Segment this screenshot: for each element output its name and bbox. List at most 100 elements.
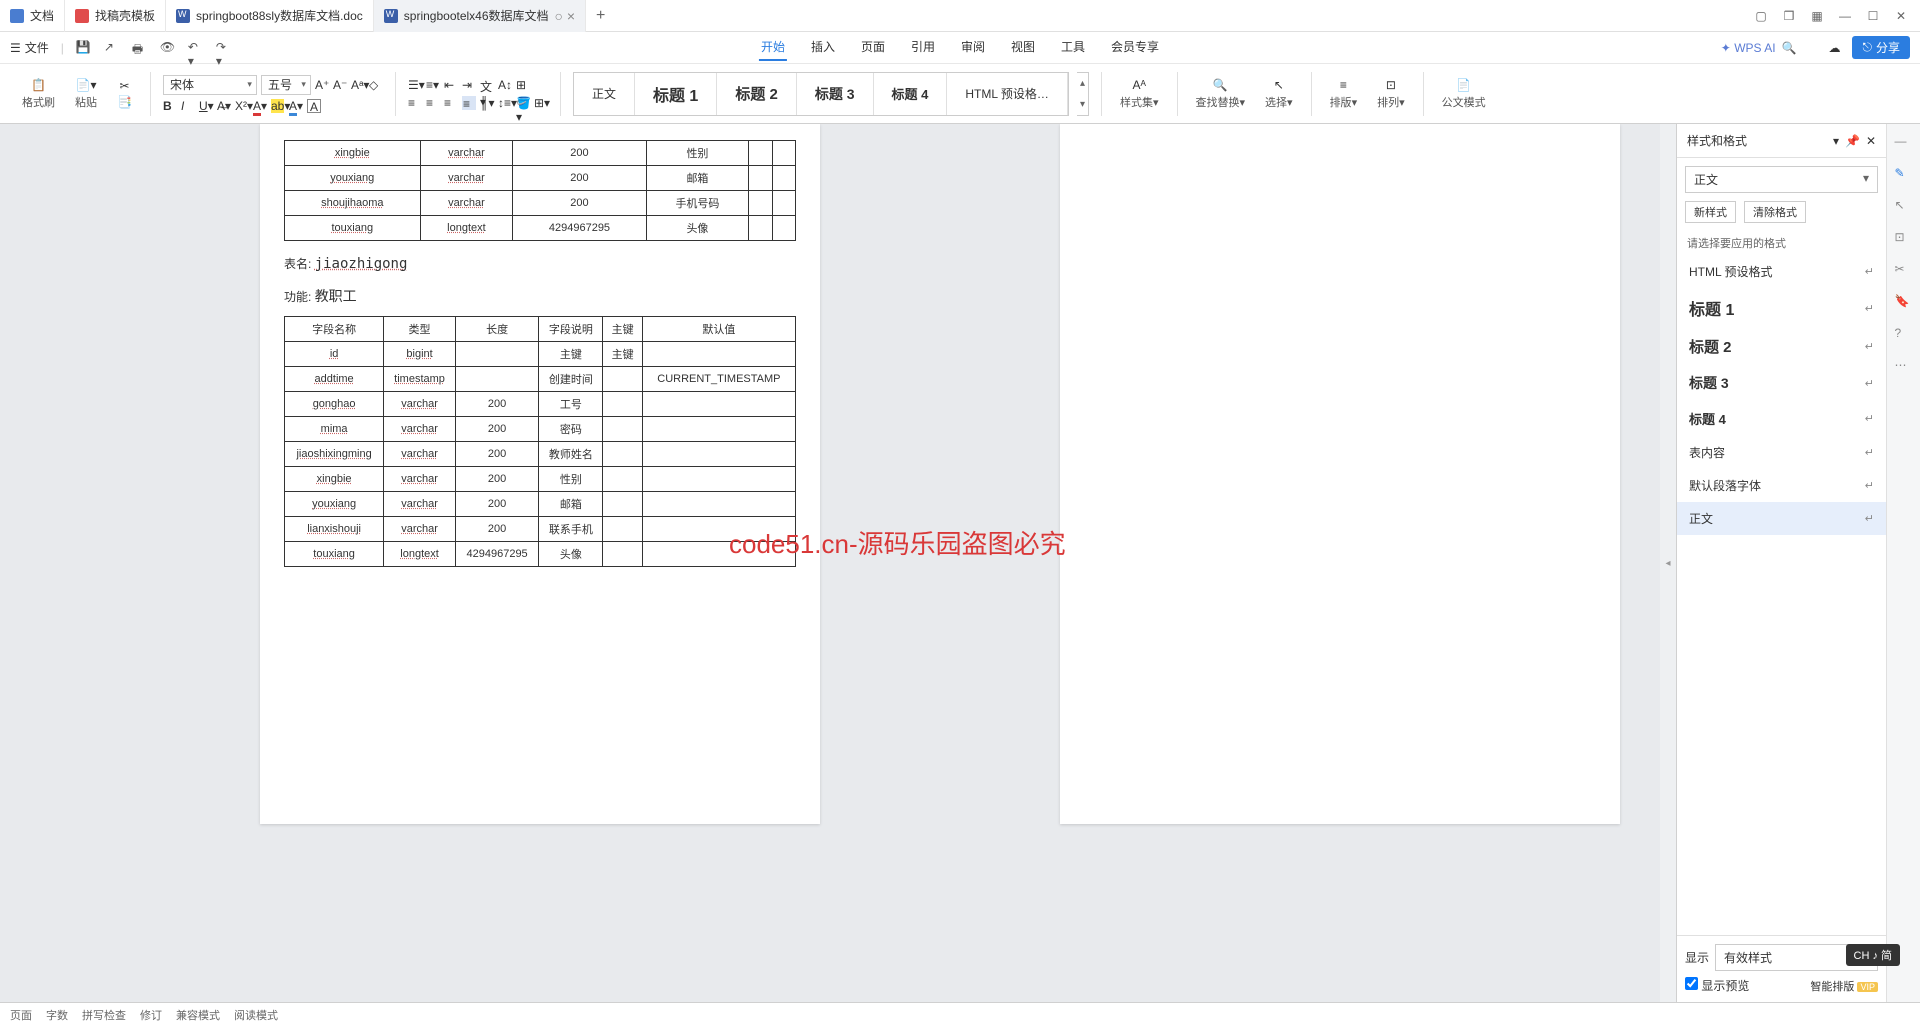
cut-icon[interactable]: ✂ [119,79,129,93]
preview-checkbox[interactable]: 显示预览 [1685,977,1749,994]
font-color-icon[interactable]: A▾ [253,99,267,113]
current-style-select[interactable]: 正文 [1685,166,1878,193]
decrease-font-icon[interactable]: A⁻ [333,78,347,92]
style-list-item[interactable]: 标题 3↵ [1677,365,1886,401]
ruby-icon[interactable]: A↕ [498,78,512,92]
style-list-item[interactable]: 标题 1↵ [1677,288,1886,328]
print-icon[interactable]: 🖶 [132,40,148,56]
align-justify-icon[interactable]: ≡ [462,96,476,110]
clear-format-button[interactable]: 清除格式 [1744,201,1806,223]
change-case-icon[interactable]: Aᵃ▾ [351,78,365,92]
asian-layout-icon[interactable]: 文▾ [480,78,494,92]
save-icon[interactable]: 💾 [76,40,92,56]
window-maximize-icon[interactable]: ☐ [1866,9,1880,23]
font-size-select[interactable]: 五号 [261,75,311,95]
side-minus-icon[interactable]: — [1895,134,1913,152]
italic-icon[interactable]: I [181,99,195,113]
ribbon-tab[interactable]: 视图 [1009,34,1037,61]
ribbon-tab[interactable]: 引用 [909,34,937,61]
paste-icon[interactable]: 📄▾ [76,78,97,92]
gallery-up-icon[interactable]: ▴ [1080,78,1085,89]
cloud-icon[interactable]: ☁ [1828,41,1840,55]
window-account-icon[interactable]: ▦ [1810,9,1824,23]
style-item[interactable]: 标题 1 [635,73,717,115]
export-icon[interactable]: ↗ [104,40,120,56]
style-list-item[interactable]: 正文↵ [1677,502,1886,535]
ribbon-tab[interactable]: 开始 [759,34,787,61]
document-pane[interactable]: xingbievarchar200性别youxiangvarchar200邮箱s… [0,124,1660,1002]
ribbon-tab[interactable]: 工具 [1059,34,1087,61]
char-border-icon[interactable]: A [307,99,321,113]
increase-indent-icon[interactable]: ⇥ [462,78,476,92]
preview-icon[interactable]: 👁 [160,40,176,56]
document-tab[interactable]: 文档 [0,0,65,32]
style-list-item[interactable]: 标题 2↵ [1677,328,1886,365]
document-tab[interactable]: springbootelx46数据库文档 ○ × [374,0,586,32]
ribbon-tab[interactable]: 插入 [809,34,837,61]
style-item[interactable]: HTML 预设格… [947,73,1068,115]
format-brush-icon[interactable]: 📋 [31,78,46,92]
style-list-item[interactable]: 表内容↵ [1677,436,1886,469]
align-center-icon[interactable]: ≡ [426,96,440,110]
window-minimize-icon[interactable]: — [1838,9,1852,23]
menu-button[interactable]: ☰ 文件 [10,39,49,56]
wps-ai-label[interactable]: ✦ WPS AI [1721,41,1776,55]
borders-icon[interactable]: ⊞▾ [534,96,548,110]
highlight-icon[interactable]: ab▾ [271,99,285,113]
strike-icon[interactable]: A̶▾ [217,99,231,113]
window-close-icon[interactable]: ✕ [1894,9,1908,23]
gallery-down-icon[interactable]: ▾ [1080,99,1085,110]
search-icon[interactable]: 🔍 [1782,41,1797,55]
style-list-item[interactable]: 标题 4↵ [1677,401,1886,436]
superscript-icon[interactable]: X²▾ [235,99,249,113]
undo-icon[interactable]: ↶ ▾ [188,40,204,56]
new-style-button[interactable]: 新样式 [1685,201,1736,223]
numbering-icon[interactable]: ≡▾ [426,78,440,92]
new-tab-button[interactable]: + [586,7,615,25]
window-cube-icon[interactable]: ❒ [1782,9,1796,23]
align-right-icon[interactable]: ≡ [444,96,458,110]
panel-collapse-icon[interactable]: ◂ [1660,124,1676,1002]
document-tab[interactable]: springboot88sly数据库文档.doc [166,0,374,32]
side-screenshot-icon[interactable]: ✂ [1895,262,1913,280]
style-list-item[interactable]: HTML 预设格式↵ [1677,255,1886,288]
panel-close-icon[interactable]: ✕ [1866,134,1876,148]
redo-icon[interactable]: ↷ ▾ [216,40,232,56]
style-item[interactable]: 正文 [574,73,635,115]
official-icon[interactable]: 📄 [1456,78,1471,92]
ribbon-tab[interactable]: 页面 [859,34,887,61]
pin-icon[interactable]: 📌 [1845,134,1860,148]
find-icon[interactable]: 🔍 [1213,78,1228,92]
style-item[interactable]: 标题 3 [797,73,874,115]
fill-color-icon[interactable]: 🪣▾ [516,96,530,110]
clear-format-icon[interactable]: ◇ [369,78,383,92]
decrease-indent-icon[interactable]: ⇤ [444,78,458,92]
style-item[interactable]: 标题 4 [874,73,948,115]
bullets-icon[interactable]: ☰▾ [408,78,422,92]
underline-icon[interactable]: U▾ [199,99,213,113]
document-tab[interactable]: 找稿壳模板 [65,0,166,32]
ribbon-tab[interactable]: 会员专享 [1109,34,1161,61]
copy-icon[interactable]: 📑 [117,95,132,109]
ime-badge[interactable]: CH ♪ 简 [1846,944,1901,966]
side-more-icon[interactable]: ⋯ [1895,358,1913,376]
side-cube-icon[interactable]: ⊡ [1895,230,1913,248]
sort-icon[interactable]: ≡ [1340,78,1347,92]
distribute-icon[interactable]: ║▾ [480,96,494,110]
bold-icon[interactable]: B [163,99,177,113]
side-bookmark-icon[interactable]: 🔖 [1895,294,1913,312]
arrange-icon[interactable]: ⊡ [1386,78,1396,92]
shading-icon[interactable]: A▾ [289,99,303,113]
share-button[interactable]: ⎋ 分享 [1852,36,1910,59]
align-left-icon[interactable]: ≡ [408,96,422,110]
line-spacing-icon[interactable]: ↕≡▾ [498,96,512,110]
select-icon[interactable]: ↖ [1274,78,1284,92]
tab-close-icon[interactable]: ○ × [555,8,576,24]
window-mini-icon[interactable]: ▢ [1754,9,1768,23]
style-set-icon[interactable]: Aᴬ [1133,78,1146,92]
style-item[interactable]: 标题 2 [717,73,797,115]
increase-font-icon[interactable]: A⁺ [315,78,329,92]
style-list-item[interactable]: 默认段落字体↵ [1677,469,1886,502]
font-name-select[interactable]: 宋体 [163,75,257,95]
ribbon-tab[interactable]: 审阅 [959,34,987,61]
